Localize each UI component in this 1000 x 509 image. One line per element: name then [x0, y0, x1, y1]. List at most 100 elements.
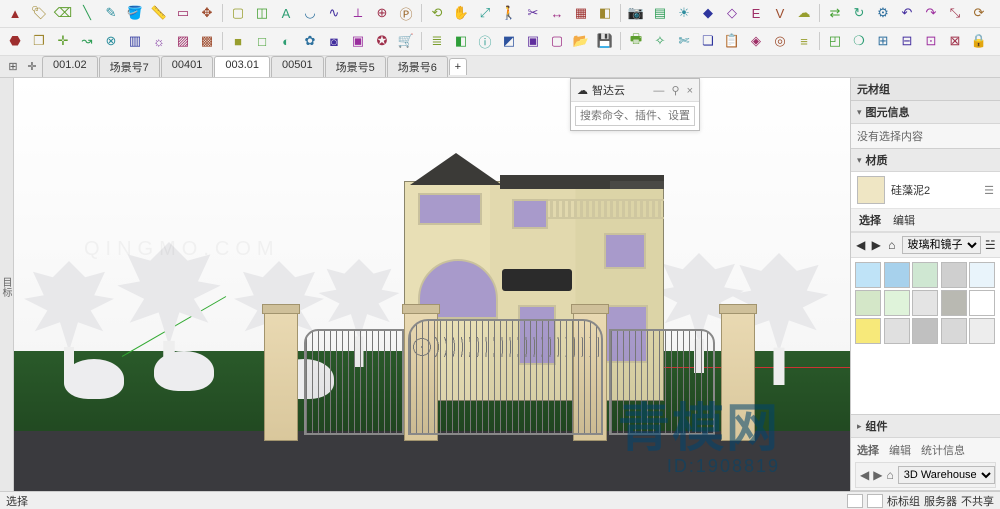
- section-icon[interactable]: ✂: [522, 2, 544, 24]
- rect-icon[interactable]: ▢: [227, 2, 249, 24]
- print-icon[interactable]: 🖶: [625, 30, 647, 52]
- details-icon[interactable]: ☱: [985, 236, 997, 254]
- texture-icon[interactable]: ▤: [649, 2, 671, 24]
- slot-icon[interactable]: ▥: [124, 30, 146, 52]
- scale-icon[interactable]: ⤡: [944, 2, 966, 24]
- warehouse-icon[interactable]: 🛒: [395, 30, 417, 52]
- material-swatch[interactable]: [969, 290, 995, 316]
- push-pull-icon[interactable]: ▭: [172, 2, 194, 24]
- components-edit-tab[interactable]: 编辑: [889, 442, 911, 458]
- material-swatch[interactable]: [969, 318, 995, 344]
- dim-icon[interactable]: ↔: [546, 2, 568, 24]
- entity-info-header[interactable]: 图元信息: [851, 101, 1000, 124]
- stamp-icon[interactable]: ✪: [371, 30, 393, 52]
- sel-lasso-icon[interactable]: ❍: [848, 30, 870, 52]
- nav-left-icon[interactable]: ◀: [860, 466, 869, 484]
- component-icon[interactable]: ❐: [28, 30, 50, 52]
- line-icon[interactable]: ╲: [76, 2, 98, 24]
- entity-icon[interactable]: ⓘ: [474, 30, 496, 52]
- add-scene-button[interactable]: +: [449, 58, 467, 75]
- measurement-handle-icon[interactable]: ⊞: [4, 59, 22, 75]
- plugin-search-input[interactable]: [575, 106, 695, 126]
- sel-add-icon[interactable]: ⊞: [872, 30, 894, 52]
- settings-icon[interactable]: ⚙: [872, 2, 894, 24]
- shaded-icon[interactable]: ■: [227, 30, 249, 52]
- move-icon[interactable]: ✥: [196, 2, 218, 24]
- scene-tab[interactable]: 00501: [271, 56, 324, 77]
- sun-icon[interactable]: ☼: [148, 30, 170, 52]
- plugin-gear-icon[interactable]: ✿: [299, 30, 321, 52]
- cut-icon[interactable]: ✄: [673, 30, 695, 52]
- zoom-extents-icon[interactable]: ⤢: [474, 2, 496, 24]
- components-stats-tab[interactable]: 统计信息: [921, 442, 965, 458]
- solid-icon[interactable]: ◧: [594, 2, 616, 24]
- material-swatch[interactable]: [941, 290, 967, 316]
- material-edit-tab[interactable]: 编辑: [893, 212, 915, 228]
- paint-bucket-icon[interactable]: 🪣: [124, 2, 146, 24]
- tag2-icon[interactable]: ◈: [745, 30, 767, 52]
- profile-icon[interactable]: ◙: [323, 30, 345, 52]
- mask-icon[interactable]: ◎: [769, 30, 791, 52]
- material-swatch[interactable]: [855, 318, 881, 344]
- pointer-icon[interactable]: ▲: [4, 2, 26, 24]
- walk-icon[interactable]: 🚶: [498, 2, 520, 24]
- material-swatch[interactable]: [884, 262, 910, 288]
- eraser-icon[interactable]: ⌫: [52, 2, 74, 24]
- components-source-select[interactable]: 3D Warehouse: [898, 466, 995, 484]
- components-header[interactable]: 组件: [851, 415, 1000, 438]
- material-swatch[interactable]: [855, 290, 881, 316]
- ungroup-icon[interactable]: ⊠: [944, 30, 966, 52]
- home-icon[interactable]: ⌂: [886, 466, 893, 484]
- plugin-a-icon[interactable]: ◆: [697, 2, 719, 24]
- material-select-tab[interactable]: 选择: [859, 212, 881, 228]
- scene-tab[interactable]: 00401: [161, 56, 214, 77]
- ortho-icon[interactable]: ▣: [522, 30, 544, 52]
- materials-header[interactable]: 材质: [851, 149, 1000, 172]
- ruler-icon[interactable]: 📏: [148, 2, 170, 24]
- hidden-icon[interactable]: □: [251, 30, 273, 52]
- close-icon[interactable]: ×: [687, 85, 693, 97]
- sandbox-icon[interactable]: ▦: [570, 2, 592, 24]
- material-swatch[interactable]: [912, 262, 938, 288]
- viewport[interactable]: QINGMO.COM 青模网 ID:1908819 ☁智达云 — ⚲ ×: [14, 78, 850, 491]
- scene-tab[interactable]: 场景号5: [325, 56, 386, 77]
- scene-tab[interactable]: 001.02: [42, 56, 98, 77]
- offset-icon[interactable]: ⊕: [371, 2, 393, 24]
- scene-tab[interactable]: 003.01: [214, 56, 270, 77]
- wireframe-icon[interactable]: ▩: [196, 30, 218, 52]
- nav-right-icon[interactable]: ▶: [873, 466, 882, 484]
- material-swatch[interactable]: [941, 318, 967, 344]
- window-icon[interactable]: ▢: [546, 30, 568, 52]
- sync-icon[interactable]: ⇄: [824, 2, 846, 24]
- cloud-icon[interactable]: ☁: [793, 2, 815, 24]
- freehand-icon[interactable]: ∿: [323, 2, 345, 24]
- enscape-icon[interactable]: E: [745, 2, 767, 24]
- material-swatch[interactable]: [912, 318, 938, 344]
- pan-icon[interactable]: ✋: [450, 2, 472, 24]
- status-chip-2[interactable]: [867, 494, 883, 508]
- sel-rect-icon[interactable]: ◰: [824, 30, 846, 52]
- material-swatch[interactable]: [884, 290, 910, 316]
- current-material-row[interactable]: 硅藻泥2 ☰: [851, 172, 1000, 209]
- joint-push-icon[interactable]: ◫: [251, 2, 273, 24]
- scene-tab[interactable]: 场景号7: [99, 56, 160, 77]
- material-swatch[interactable]: [884, 318, 910, 344]
- pin-icon[interactable]: ⚲: [671, 85, 679, 97]
- xray-icon[interactable]: ▨: [172, 30, 194, 52]
- axis-icon[interactable]: ✛: [52, 30, 74, 52]
- render-icon[interactable]: ☀: [673, 2, 695, 24]
- status-chip-1[interactable]: [847, 494, 863, 508]
- save-icon[interactable]: 💾: [594, 30, 616, 52]
- components-select-tab[interactable]: 选择: [857, 442, 879, 458]
- align-icon[interactable]: ≡: [793, 30, 815, 52]
- home-icon[interactable]: ⌂: [886, 236, 898, 254]
- copy-icon[interactable]: ❏: [697, 30, 719, 52]
- monochrome-icon[interactable]: ◐: [275, 30, 297, 52]
- material-swatch[interactable]: [855, 262, 881, 288]
- refresh-icon[interactable]: ↻: [848, 2, 870, 24]
- material-library-select[interactable]: 玻璃和镜子: [902, 236, 981, 254]
- material-swatch[interactable]: [969, 262, 995, 288]
- minimize-icon[interactable]: —: [653, 85, 664, 97]
- iso-icon[interactable]: ◩: [498, 30, 520, 52]
- nav-left-icon[interactable]: ◀: [855, 236, 867, 254]
